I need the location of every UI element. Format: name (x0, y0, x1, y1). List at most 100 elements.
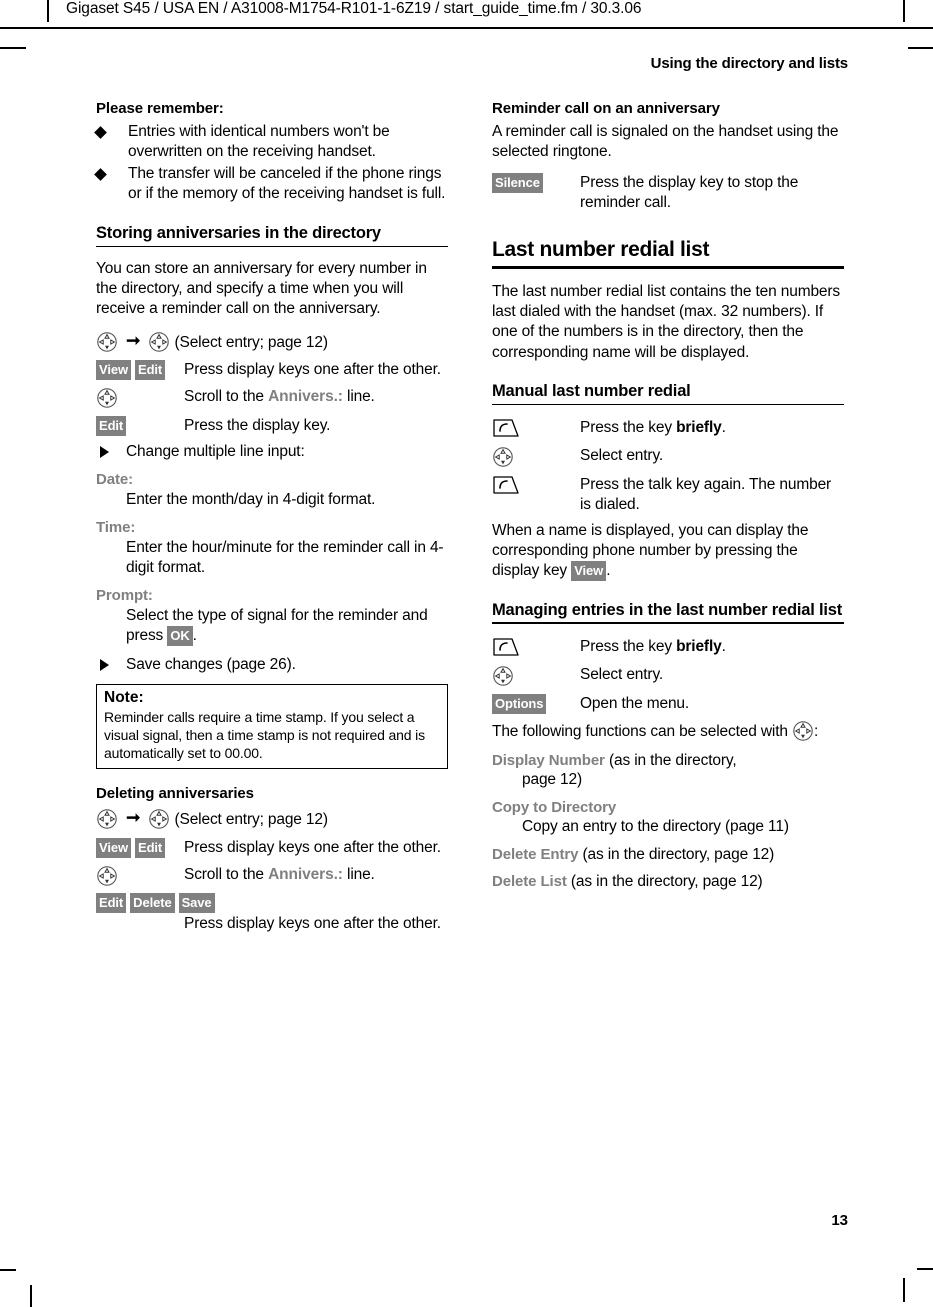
redial-intro-text: The last number redial list contains the… (492, 283, 841, 361)
crop-mark-bottom-right-horizontal (917, 1268, 933, 1270)
rocker-key-icon[interactable] (492, 446, 514, 468)
key-cell (492, 445, 580, 468)
menu-option-name: Display Number (492, 751, 605, 769)
display-key-edit[interactable]: Edit (96, 415, 127, 436)
key-row: Options Open the menu. (492, 693, 844, 714)
arrow-right-icon: ➞ (126, 808, 141, 828)
step-list: Save changes (page 26). (96, 655, 448, 675)
diamond-bullet-icon (94, 168, 107, 181)
rocker-key-icon[interactable] (96, 865, 118, 887)
desc-emphasis: briefly (676, 418, 722, 436)
triangle-step-icon (100, 445, 109, 458)
crop-mark-top-right-vertical (903, 0, 905, 22)
menu-option-description: page 12) (522, 770, 582, 788)
rocker-key-icon[interactable] (492, 665, 514, 687)
menu-option-name: Delete Entry (492, 846, 579, 864)
page-number: 13 (831, 1212, 848, 1229)
key-row: Press the talk key again. The number is … (492, 474, 844, 515)
key-description: Scroll to the Annivers.: line. (184, 864, 448, 885)
outro-prefix: When a name is displayed, you can displa… (492, 522, 809, 580)
key-cell: Edit (96, 415, 184, 436)
list-item: The transfer will be canceled if the pho… (94, 164, 448, 204)
key-description: Scroll to the Annivers.: line. (184, 386, 448, 407)
display-key-view[interactable]: View (571, 561, 607, 582)
deleting-anniversaries-heading: Deleting anniversaries (96, 785, 254, 803)
menu-option-tail: (as in the directory, page 12) (566, 873, 763, 891)
reminder-call-heading: Reminder call on an anniversary (492, 100, 720, 117)
key-description: Press the talk key again. The number is … (580, 475, 832, 513)
key-description: Press display keys one after the other. (184, 914, 441, 932)
menu-option-display-number[interactable]: Display Number (as in the directory, pag… (492, 752, 844, 790)
display-key-view[interactable]: View (96, 359, 131, 380)
key-row: Scroll to the Annivers.: line. (96, 864, 448, 887)
desc-suffix: line. (342, 865, 375, 883)
left-column: Please remember: Entries with identical … (94, 100, 448, 938)
key-description: Select entry. (580, 446, 664, 464)
desc-prefix: Scroll to the (184, 387, 269, 405)
display-key-silence[interactable]: Silence (492, 173, 543, 194)
field-term-date: Date: (96, 471, 134, 489)
key-row: View Edit Press display keys one after th… (96, 359, 448, 380)
menu-option-name: Delete List (492, 873, 567, 891)
rocker-key-icon[interactable] (96, 331, 118, 353)
key-description: Press the display key to stop the remind… (580, 174, 799, 212)
menu-option-name: Copy to Directory (492, 799, 617, 817)
key-description: Press the key briefly. (580, 417, 844, 438)
display-key-save[interactable]: Save (178, 892, 215, 913)
key-description: Open the menu. (580, 694, 690, 712)
talk-key-icon[interactable] (492, 475, 520, 495)
display-key-delete[interactable]: Delete (130, 892, 175, 913)
heading-rule (492, 266, 844, 270)
menu-option-copy-to-directory[interactable]: Copy to Directory Copy an entry to the d… (492, 799, 844, 837)
display-key-ok[interactable]: OK (167, 625, 193, 646)
note-title: Note: (104, 689, 144, 707)
talk-key-icon[interactable] (492, 637, 520, 657)
desc-suffix: . (192, 626, 197, 644)
display-key-edit[interactable]: Edit (135, 359, 166, 380)
key-cell: Silence (492, 172, 580, 194)
arrow-right-icon: ➞ (126, 330, 141, 350)
directory-sequence-row: ➞ (Select entry; page 12) (96, 330, 448, 353)
key-row-wide: Edit Delete Save Press display keys one af… (96, 892, 448, 934)
key-description: Press the key briefly. (580, 636, 844, 657)
key-cell: View Edit (96, 359, 184, 380)
rocker-key-icon[interactable] (148, 331, 170, 353)
step-text: Change multiple line input: (126, 442, 305, 460)
rocker-key-icon[interactable] (96, 808, 118, 830)
key-cell: Options (492, 693, 580, 714)
rocker-key-icon[interactable] (148, 808, 170, 830)
key-cell (492, 664, 580, 687)
step-item: Change multiple line input: (96, 442, 448, 462)
managing-entries-heading: Managing entries in the last number redi… (492, 600, 843, 619)
menu-literal-annivers: Annivers.: (268, 865, 343, 883)
list-item-text: Entries with identical numbers won't be … (128, 123, 390, 160)
crop-mark-bottom-left-horizontal (0, 1269, 16, 1271)
last-number-redial-heading: Last number redial list (492, 237, 710, 261)
desc-suffix: . (721, 418, 726, 436)
key-row: Press the key briefly. (492, 636, 844, 658)
talk-key-icon[interactable] (492, 418, 520, 438)
desc-suffix: . (721, 637, 726, 655)
key-row: Select entry. (492, 445, 844, 468)
desc-suffix: line. (342, 387, 375, 405)
display-key-view[interactable]: View (96, 837, 131, 858)
document-file-line: Gigaset S45 / USA EN / A31008-M1754-R101… (66, 0, 642, 17)
menu-option-delete-list[interactable]: Delete List (as in the directory, page 1… (492, 873, 844, 891)
menu-option-delete-entry[interactable]: Delete Entry (as in the directory, page … (492, 846, 844, 864)
heading-rule (492, 403, 844, 405)
header-rule (0, 27, 933, 29)
display-key-options[interactable]: Options (492, 693, 547, 714)
crop-mark-top-left-horizontal (0, 47, 26, 49)
directory-sequence-row: ➞ (Select entry; page 12) (96, 807, 448, 830)
display-key-edit[interactable]: Edit (96, 892, 127, 913)
rocker-key-icon[interactable] (96, 387, 118, 409)
rocker-key-icon[interactable] (792, 720, 814, 742)
storing-anniversaries-heading: Storing anniversaries in the directory (96, 223, 381, 242)
key-row: View Edit Press display keys one after th… (96, 837, 448, 858)
display-key-edit[interactable]: Edit (135, 837, 166, 858)
menu-option-tail: (as in the directory, (604, 751, 737, 769)
